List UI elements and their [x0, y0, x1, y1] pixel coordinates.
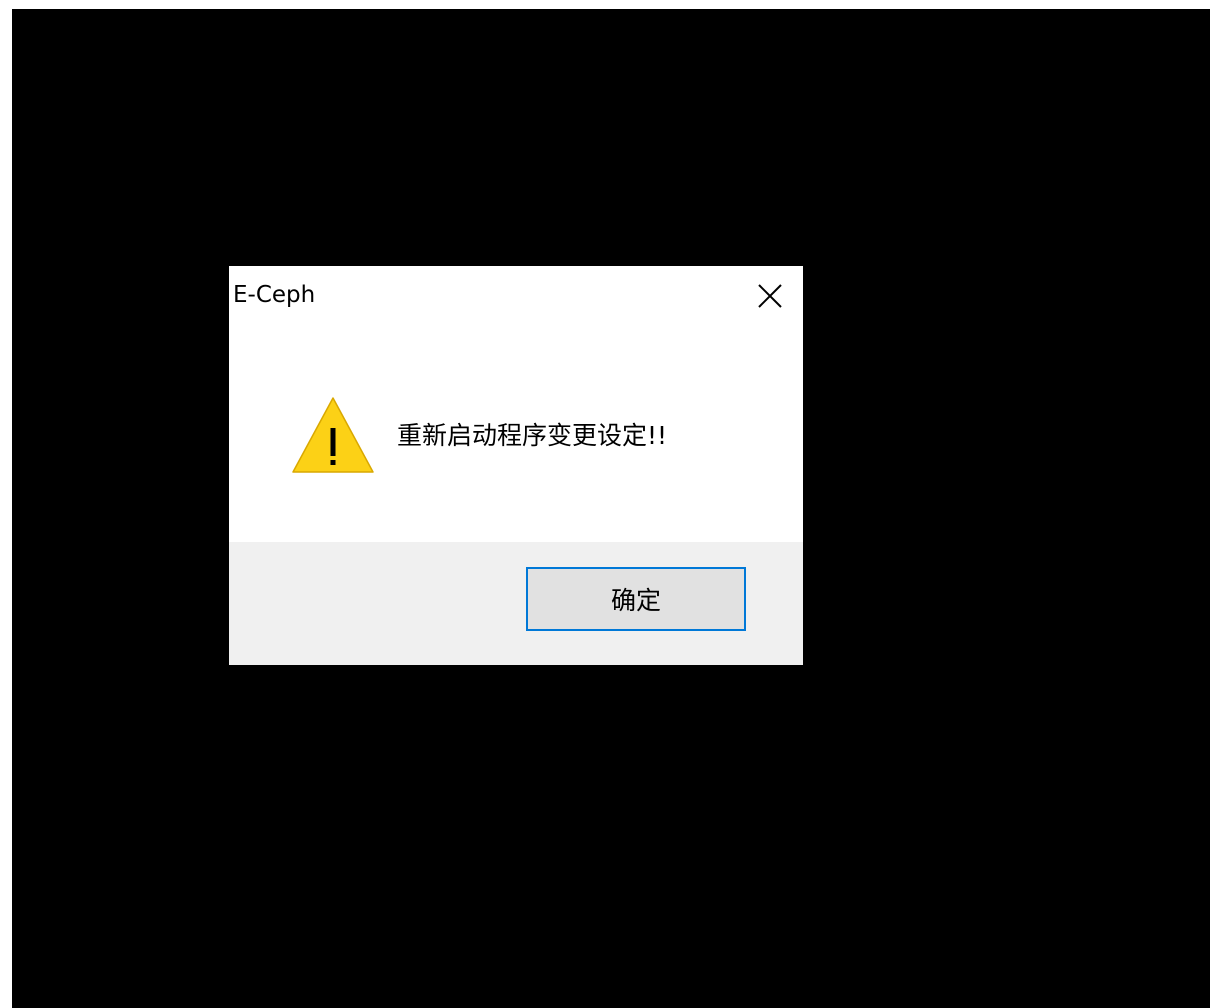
dialog-footer: 确定	[229, 542, 803, 665]
dialog-titlebar[interactable]: E-Ceph	[229, 266, 803, 326]
dialog-title: E-Ceph	[233, 282, 316, 308]
dialog-content: 重新启动程序变更设定!!	[229, 326, 803, 542]
ok-button[interactable]: 确定	[526, 567, 746, 631]
warning-icon	[292, 397, 374, 473]
message-dialog: E-Ceph 重新启动程序变更设定!! 确定	[229, 266, 803, 665]
close-icon	[758, 284, 782, 308]
dialog-message: 重新启动程序变更设定!!	[397, 421, 668, 450]
close-button[interactable]	[741, 272, 799, 320]
